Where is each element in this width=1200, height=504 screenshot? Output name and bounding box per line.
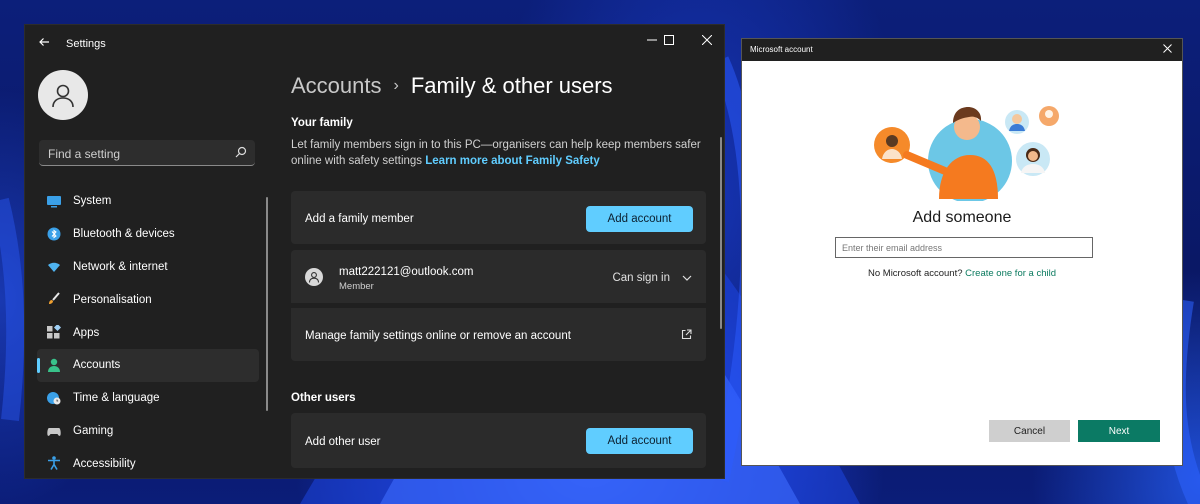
breadcrumb: Accounts › Family & other users bbox=[291, 73, 613, 99]
sidebar-item-system[interactable]: System bbox=[37, 185, 259, 218]
add-other-account-button[interactable]: Add account bbox=[586, 428, 693, 454]
no-account-line: No Microsoft account? Create one for a c… bbox=[742, 268, 1182, 279]
accessibility-icon bbox=[48, 456, 60, 471]
close-icon[interactable] bbox=[1163, 44, 1172, 53]
sidebar-item-label: Accessibility bbox=[73, 457, 136, 470]
breadcrumb-separator: › bbox=[393, 77, 399, 94]
sidebar-item-apps[interactable]: Apps bbox=[37, 316, 259, 349]
search-icon bbox=[235, 146, 247, 158]
your-family-heading: Your family bbox=[291, 117, 353, 129]
member-avatar bbox=[305, 268, 323, 286]
sidebar-nav: System Bluetooth & devices Network & int… bbox=[37, 185, 259, 478]
sidebar-scrollbar[interactable] bbox=[266, 197, 268, 411]
sidebar-item-label: Time & language bbox=[73, 392, 160, 405]
person-icon bbox=[52, 84, 74, 108]
email-field[interactable] bbox=[835, 237, 1093, 258]
sidebar-item-time-language[interactable]: Time & language bbox=[37, 382, 259, 415]
sidebar-item-gaming[interactable]: Gaming bbox=[37, 415, 259, 448]
no-account-text: No Microsoft account? bbox=[868, 268, 963, 279]
search-box[interactable]: Find a setting bbox=[39, 140, 255, 166]
family-member-row[interactable]: matt222121@outlook.com Member Can sign i… bbox=[291, 250, 706, 303]
bluetooth-icon bbox=[47, 227, 61, 241]
sidebar-item-label: Apps bbox=[73, 326, 100, 339]
sidebar-item-personalisation[interactable]: Personalisation bbox=[37, 283, 259, 316]
chevron-down-icon[interactable] bbox=[682, 273, 692, 283]
member-email: matt222121@outlook.com bbox=[339, 266, 474, 278]
brush-icon bbox=[49, 292, 60, 305]
dialog-heading: Add someone bbox=[912, 209, 1012, 226]
maximize-button[interactable] bbox=[652, 29, 686, 51]
sidebar-item-accounts[interactable]: Accounts bbox=[37, 348, 259, 382]
back-button[interactable] bbox=[35, 35, 53, 53]
microsoft-account-dialog: Microsoft account Add someone No Microso… bbox=[741, 38, 1183, 466]
sidebar-item-label: Bluetooth & devices bbox=[73, 228, 175, 241]
sidebar-item-label: Personalisation bbox=[73, 293, 152, 306]
globe-clock-icon bbox=[47, 391, 61, 405]
monitor-icon bbox=[47, 196, 61, 208]
next-button[interactable]: Next bbox=[1078, 420, 1160, 442]
close-icon bbox=[702, 35, 712, 45]
page-title: Family & other users bbox=[410, 73, 613, 98]
account-icon bbox=[48, 358, 60, 372]
apps-grid-icon bbox=[47, 325, 61, 339]
member-role: Member bbox=[339, 281, 374, 292]
gamepad-icon bbox=[47, 427, 61, 436]
family-safety-link[interactable]: Learn more about Family Safety bbox=[425, 155, 599, 167]
arrow-left-icon bbox=[39, 38, 49, 46]
maximize-icon bbox=[664, 35, 674, 45]
search-input[interactable]: Find a setting bbox=[48, 147, 120, 161]
create-child-account-link[interactable]: Create one for a child bbox=[965, 268, 1056, 279]
sidebar-item-accessibility[interactable]: Accessibility bbox=[37, 447, 259, 478]
title-bar: Settings bbox=[25, 25, 724, 63]
add-family-member-label: Add a family member bbox=[305, 213, 414, 225]
other-users-heading: Other users bbox=[291, 392, 356, 404]
person-icon bbox=[308, 272, 320, 283]
member-status: Can sign in bbox=[612, 272, 670, 284]
dialog-title: Microsoft account bbox=[750, 45, 813, 54]
add-family-account-button[interactable]: Add account bbox=[586, 206, 693, 232]
add-other-user-label: Add other user bbox=[305, 436, 381, 448]
user-avatar[interactable] bbox=[38, 70, 88, 120]
sidebar-item-label: Accounts bbox=[73, 359, 121, 372]
manage-family-label: Manage family settings online or remove … bbox=[305, 330, 571, 342]
dialog-title-bar: Microsoft account bbox=[742, 39, 1182, 61]
people-illustration bbox=[874, 106, 1059, 201]
settings-window: Settings Find a setting System Bluetooth… bbox=[24, 24, 725, 479]
sidebar-item-network[interactable]: Network & internet bbox=[37, 251, 259, 284]
family-description: Let family members sign in to this PC—or… bbox=[291, 137, 701, 169]
sidebar-item-label: Network & internet bbox=[73, 260, 168, 273]
sidebar-item-bluetooth[interactable]: Bluetooth & devices bbox=[37, 218, 259, 251]
add-family-member-card: Add a family member Add account bbox=[291, 191, 706, 244]
content-scrollbar[interactable] bbox=[720, 137, 722, 329]
add-other-user-card: Add other user Add account bbox=[291, 413, 706, 468]
app-title: Settings bbox=[66, 38, 106, 50]
close-button[interactable] bbox=[690, 29, 724, 51]
cancel-button[interactable]: Cancel bbox=[989, 420, 1070, 442]
sidebar-item-label: System bbox=[73, 195, 112, 208]
sidebar-item-label: Gaming bbox=[73, 424, 114, 437]
breadcrumb-parent[interactable]: Accounts bbox=[291, 73, 382, 99]
external-link-icon bbox=[681, 329, 692, 340]
wifi-icon bbox=[48, 262, 60, 272]
manage-family-card[interactable]: Manage family settings online or remove … bbox=[291, 308, 706, 361]
